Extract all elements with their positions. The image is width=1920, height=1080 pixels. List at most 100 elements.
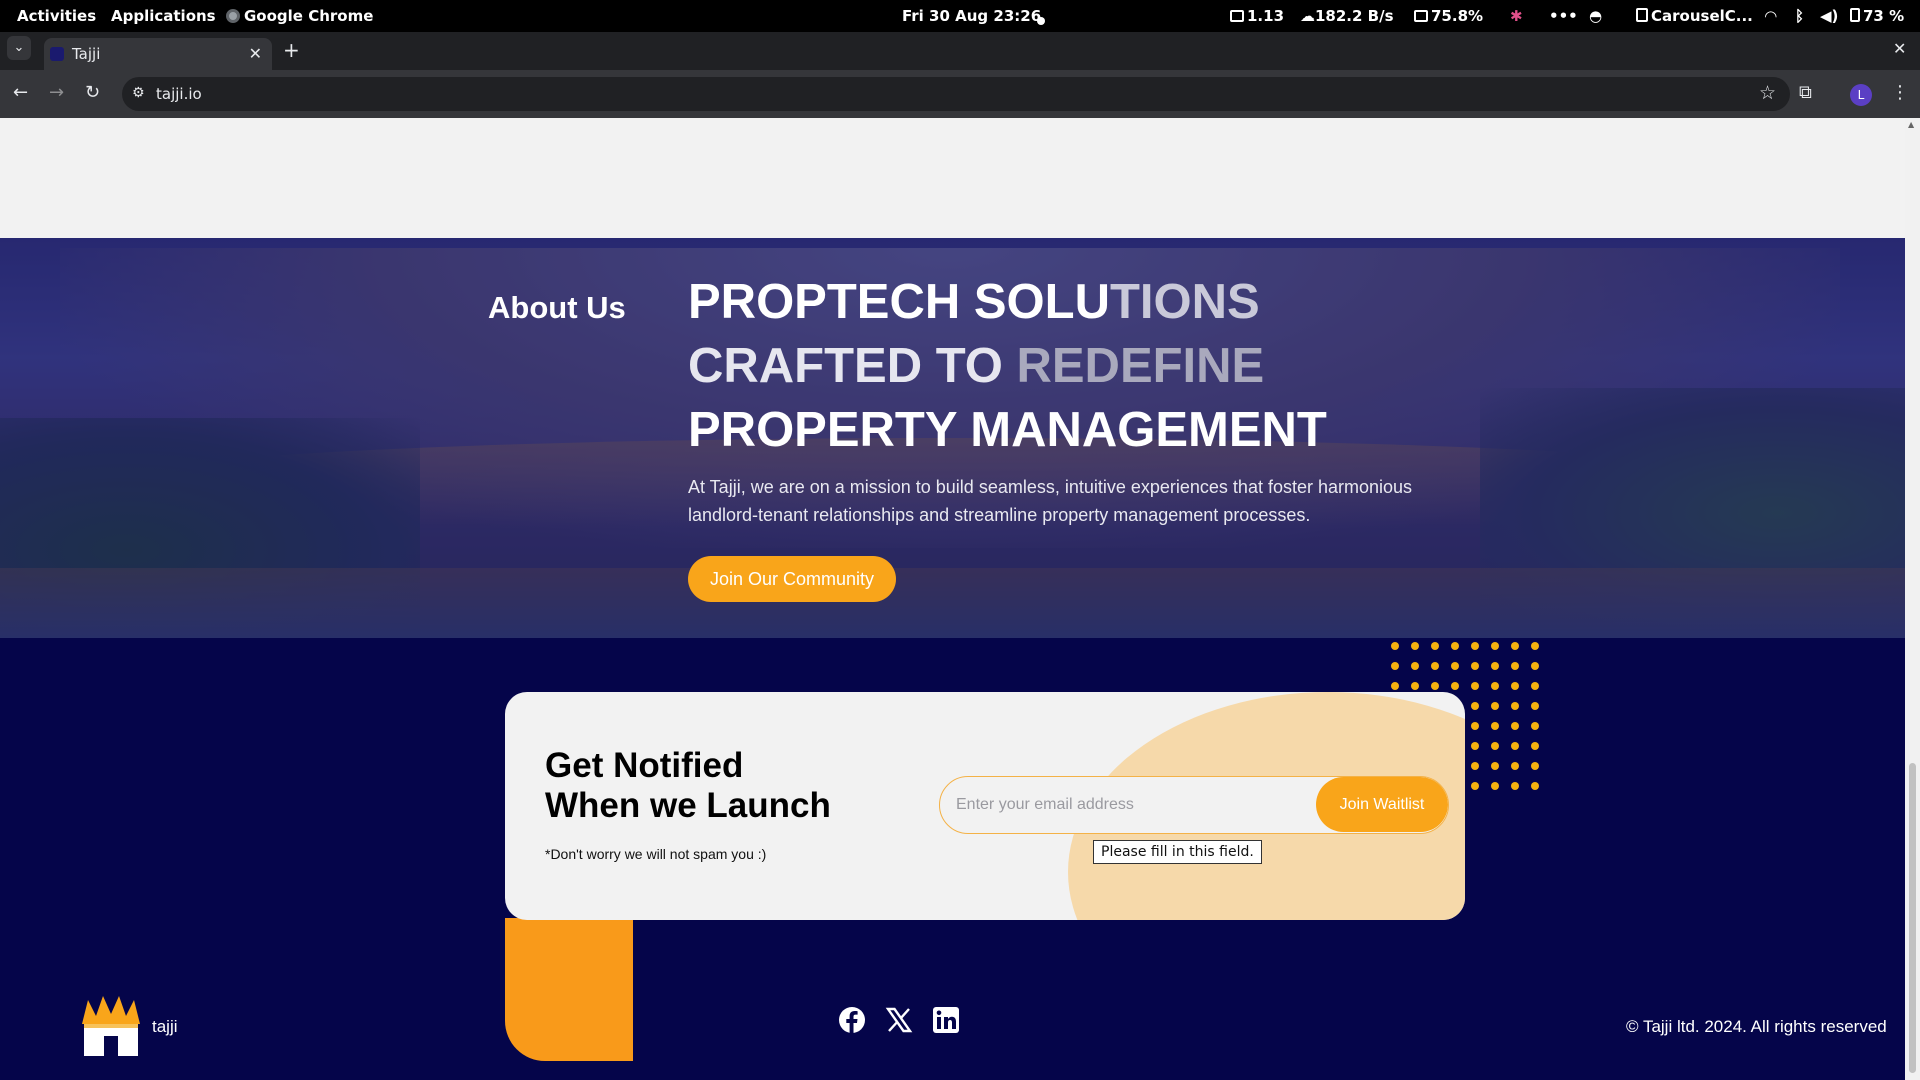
decor-dot [1511, 682, 1519, 690]
extensions-puzzle-icon[interactable]: ⧉ [1799, 82, 1812, 103]
decor-dot [1511, 722, 1519, 730]
volume-icon[interactable]: ◀) [1820, 7, 1838, 25]
x-icon[interactable] [885, 1006, 913, 1034]
decor-dot [1511, 662, 1519, 670]
decor-dot [1471, 782, 1479, 790]
card-orange-accent [505, 918, 633, 1061]
reload-icon[interactable]: ↻ [85, 82, 100, 103]
applications-menu[interactable]: Applications [111, 7, 216, 25]
page-viewport: About Us PROPTECH SOLUTIONS CRAFTED TO R… [0, 118, 1905, 1080]
address-bar[interactable]: ⚙ tajji.io ☆ [122, 77, 1790, 111]
forward-arrow-icon[interactable]: → [49, 82, 64, 103]
notify-card: Get Notified When we Launch *Don't worry… [505, 692, 1465, 920]
clipboard-icon [1636, 8, 1648, 22]
join-waitlist-button[interactable]: Join Waitlist [1316, 777, 1448, 832]
footer-brand-name[interactable]: tajji [152, 1017, 178, 1037]
decor-dot [1531, 762, 1539, 770]
tajji-favicon-icon [50, 47, 64, 61]
profile-avatar[interactable]: L [1850, 84, 1872, 106]
url-text[interactable]: tajji.io [156, 85, 202, 103]
decor-dot [1491, 702, 1499, 710]
scroll-up-arrow-icon[interactable]: ▲ [1908, 120, 1914, 129]
decor-dot [1531, 662, 1539, 670]
wifi-icon[interactable]: ◠ [1765, 7, 1777, 25]
bluetooth-icon[interactable]: ᛒ [1795, 7, 1804, 25]
decor-dot [1451, 642, 1459, 650]
memory-icon [1414, 10, 1428, 22]
headline-line1-part2: TIONS [1109, 275, 1260, 329]
headline-line3: PROPERTY MANAGEMENT [688, 403, 1327, 457]
chrome-menu-icon[interactable]: ⋮ [1891, 82, 1909, 103]
activities-button[interactable]: Activities [17, 7, 96, 25]
system-top-bar: Activities Applications Google Chrome Fr… [0, 0, 1920, 32]
join-community-button[interactable]: Join Our Community [688, 556, 896, 602]
decor-dot [1471, 742, 1479, 750]
decor-dot [1471, 722, 1479, 730]
decor-dot [1511, 782, 1519, 790]
extension-indicator-icon[interactable]: ✱ [1510, 7, 1523, 25]
scrollbar-thumb[interactable] [1909, 763, 1916, 1073]
tab-close-icon[interactable]: ✕ [249, 44, 262, 63]
linkedin-icon[interactable] [932, 1006, 960, 1034]
window-indicator[interactable]: CarouselC... [1636, 7, 1753, 25]
facebook-icon[interactable] [838, 1006, 866, 1034]
notification-dot [1037, 11, 1045, 29]
back-arrow-icon[interactable]: ← [13, 82, 28, 103]
window-close-icon[interactable]: ✕ [1893, 39, 1906, 58]
battery-icon [1850, 8, 1860, 22]
decor-dot [1451, 662, 1459, 670]
decor-dot [1411, 642, 1419, 650]
decor-dot [1491, 742, 1499, 750]
previous-section-bottom [0, 118, 1905, 238]
network-indicator[interactable]: ☁182.2 B/s [1300, 7, 1394, 25]
decor-dot [1491, 762, 1499, 770]
clock[interactable]: Fri 30 Aug 23:26 [902, 7, 1041, 25]
browser-toolbar: ← → ↻ ⚙ tajji.io ☆ ⧉ ⋮ [0, 70, 1920, 118]
tajji-logo[interactable] [78, 994, 144, 1058]
new-tab-icon[interactable]: + [283, 38, 300, 62]
memory-indicator[interactable]: 75.8% [1414, 7, 1483, 25]
chrome-icon [226, 9, 240, 23]
monitor-icon [1230, 10, 1244, 22]
validation-tooltip: Please fill in this field. [1093, 840, 1262, 864]
docker-icon[interactable]: ◓ [1589, 7, 1602, 25]
notify-title-line1: Get Notified [545, 746, 744, 785]
load-indicator[interactable]: 1.13 [1230, 7, 1284, 25]
notify-title-line2: When we Launch [545, 786, 831, 825]
decor-dot [1471, 682, 1479, 690]
active-app-menu[interactable]: Google Chrome [226, 7, 373, 25]
notify-title: Get Notified When we Launch [545, 746, 831, 826]
tab-tajji[interactable]: Tajji ✕ [44, 38, 272, 70]
headline-line1-part1: PROPTECH SOLU [688, 275, 1110, 329]
about-headline: PROPTECH SOLUTIONS CRAFTED TO REDEFINE P… [688, 270, 1488, 462]
decor-dot [1511, 702, 1519, 710]
no-spam-note: *Don't worry we will not spam you :) [545, 846, 767, 862]
headline-line2-part2: REDEFINE [1002, 339, 1265, 393]
about-section: About Us PROPTECH SOLUTIONS CRAFTED TO R… [0, 238, 1905, 638]
decor-dot [1511, 762, 1519, 770]
memory-value: 75.8% [1431, 7, 1484, 25]
decor-dot [1531, 702, 1539, 710]
more-indicators[interactable]: ••• [1549, 7, 1578, 25]
decor-dot [1431, 642, 1439, 650]
decor-dot [1471, 762, 1479, 770]
tab-strip: ⌄ Tajji ✕ + ✕ [0, 32, 1920, 70]
decor-dot [1531, 742, 1539, 750]
decor-dot [1531, 642, 1539, 650]
tab-search-chevron-icon[interactable]: ⌄ [7, 36, 31, 60]
decor-dot [1531, 682, 1539, 690]
decor-dot [1491, 662, 1499, 670]
page-scrollbar[interactable]: ▲ [1905, 118, 1920, 1080]
site-info-icon[interactable]: ⚙ [132, 85, 145, 101]
email-form: Join Waitlist [939, 776, 1449, 834]
email-input[interactable] [956, 777, 1316, 832]
decor-dot [1491, 722, 1499, 730]
decor-dot [1411, 682, 1419, 690]
bookmark-star-icon[interactable]: ☆ [1759, 82, 1776, 104]
decor-dot [1511, 642, 1519, 650]
mission-text: At Tajji, we are on a mission to build s… [688, 477, 1413, 525]
decor-dot [1491, 782, 1499, 790]
decor-dot [1531, 782, 1539, 790]
decor-dot [1391, 662, 1399, 670]
battery-indicator[interactable]: 73 % [1850, 7, 1904, 25]
